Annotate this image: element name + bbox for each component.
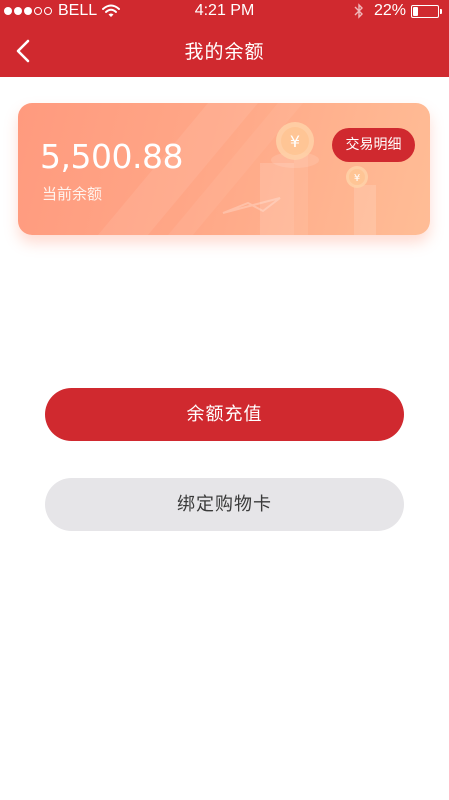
- bluetooth-icon: [354, 3, 363, 19]
- balance-card: ¥ ¥ 5,500.88 当前余额 交易明细: [18, 103, 430, 235]
- status-bar-right: 22%: [354, 2, 442, 20]
- battery-level-fill: [413, 6, 418, 16]
- status-bar: BELL 4:21 PM 22%: [0, 0, 449, 24]
- transaction-details-button[interactable]: 交易明细: [332, 128, 415, 162]
- battery-icon: [411, 4, 442, 18]
- page-title: 我的余额: [184, 41, 265, 63]
- navigation-bar: 我的余额: [0, 24, 449, 77]
- balance-caption: 当前余额: [42, 185, 103, 203]
- svg-text:¥: ¥: [354, 173, 360, 184]
- recharge-balance-button[interactable]: 余额充值: [45, 388, 404, 441]
- svg-text:¥: ¥: [290, 132, 300, 151]
- battery-percent: 22%: [373, 2, 406, 19]
- balance-amount: 5,500.88: [40, 137, 183, 176]
- bind-shopping-card-button[interactable]: 绑定购物卡: [45, 478, 404, 531]
